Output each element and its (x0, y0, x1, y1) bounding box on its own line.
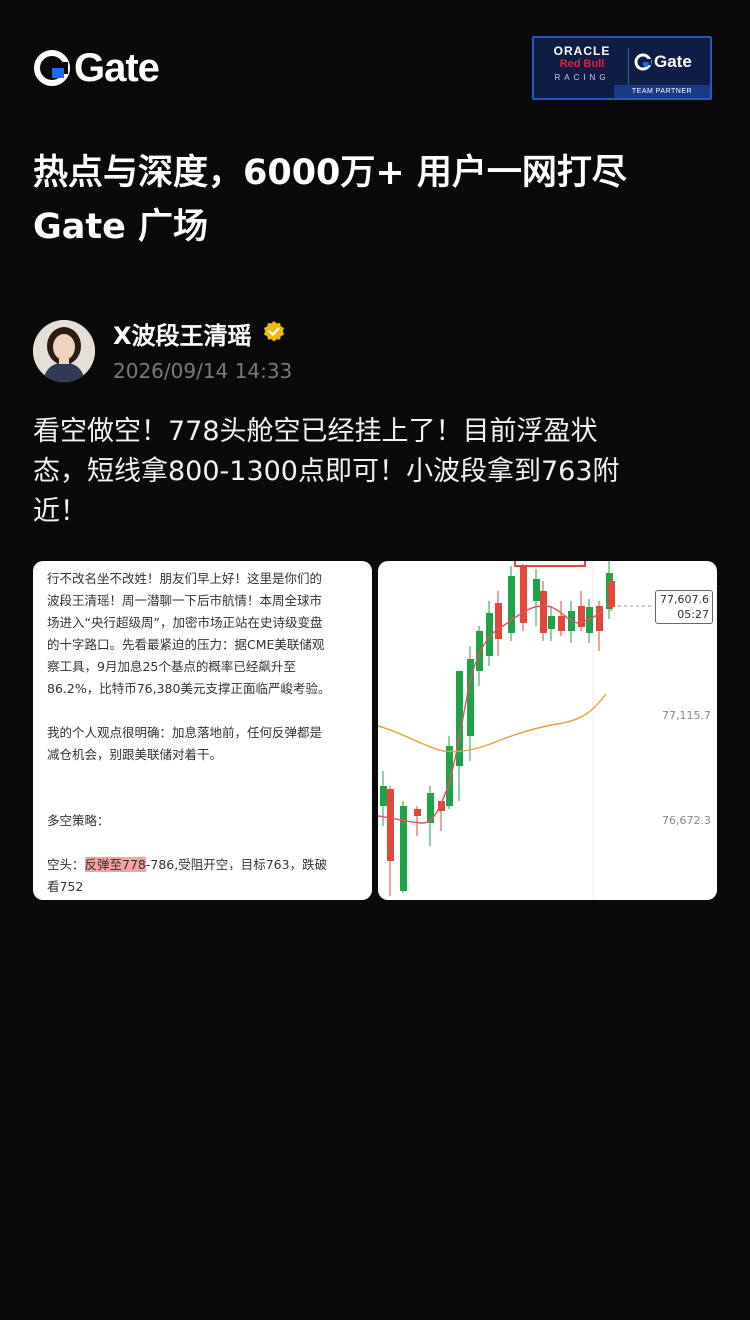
candle-body (508, 576, 515, 633)
partner-divider (628, 48, 629, 88)
post-line-3: 近！ (33, 496, 87, 527)
image-text-line: 我的个人观点很明确：加息落地前，任何反弹都是 (47, 725, 323, 740)
gate-mini-icon (634, 53, 652, 71)
candle-body (380, 786, 387, 806)
gate-logo: Gate (34, 46, 160, 90)
post-image-chart[interactable]: 77,607.6 05:27 77,115.7 76,672.3 (378, 561, 717, 900)
headline-line-2: Gate 广场 (33, 207, 209, 247)
post-timestamp: 2026/09/14 14:33 (113, 359, 293, 383)
oracle-text: ORACLE (553, 44, 611, 58)
candle-countdown: 05:27 (677, 608, 709, 621)
partner-gate-text: Gate (654, 52, 692, 71)
avatar[interactable] (33, 320, 95, 382)
racing-text: RACING (554, 73, 610, 82)
post-image-text[interactable]: 行不改名坐不改姓！朋友们早上好！这里是你们的 波段王清瑶！周一潜聊一下后市航情！… (33, 561, 372, 900)
post-body: 看空做空！778头舱空已经挂上了！目前浮盈状 态，短线拿800-1300点即可！… (33, 412, 723, 532)
candle-body (446, 746, 453, 806)
candle-body (578, 606, 585, 627)
image-text-line: 场进入“央行超级周”，加密市场正站在史诗级变盘 (47, 615, 323, 630)
image-text-line: 行不改名坐不改姓！朋友们早上好！这里是你们的 (47, 571, 323, 586)
post-images: 行不改名坐不改姓！朋友们早上好！这里是你们的 波段王清瑶！周一潜聊一下后市航情！… (33, 561, 717, 900)
image-text-line: 空头：反弹至778-786,受阻开空，目标763，跌破 (47, 854, 362, 876)
image-text-line: 看752 (47, 879, 84, 894)
candle-body (387, 789, 394, 861)
candle-body (495, 603, 502, 639)
strategy-rest: -786,受阻开空，目标763，跌破 (145, 857, 328, 872)
avatar-portrait-icon (33, 320, 95, 382)
team-partner-badge: ORACLE Red Bull RACING Gate TEAM PARTNER (532, 36, 712, 100)
author-name[interactable]: X波段王清瑶 (113, 321, 252, 351)
image-text-line: 波段王清瑶！周一潜聊一下后市航情！本周全球市 (47, 593, 323, 608)
image-text-line: 察工具，9月加息25个基点的概率已经飙升至 (47, 659, 296, 674)
image-text-line: 多空策略： (47, 813, 110, 828)
redbull-text: Red Bull (559, 58, 605, 70)
strategy-highlight: 反弹至778 (84, 857, 146, 872)
post-line-1: 看空做空！778头舱空已经挂上了！目前浮盈状 (33, 416, 598, 447)
image-text-line: 86.2%，比特币76,380美元支撑正面临严峻考验。 (47, 681, 331, 696)
gate-logo-text: Gate (74, 46, 160, 90)
candle-body (400, 806, 407, 891)
current-price-tag: 77,607.6 05:27 (655, 590, 713, 624)
author-name-row[interactable]: X波段王清瑶 (113, 320, 286, 351)
app-header: Gate ORACLE Red Bull RACING Gate TEAM PA… (0, 0, 750, 120)
team-partner-label: TEAM PARTNER (614, 85, 710, 98)
verified-badge-icon (262, 320, 286, 351)
current-price: 77,607.6 (660, 593, 709, 606)
post-author: X波段王清瑶 2026/09/14 14:33 (33, 320, 723, 390)
candle-body (414, 809, 421, 816)
gate-logo-icon (34, 50, 70, 86)
headline-line-1: 热点与深度，6000万+ 用户一网打尽 (33, 153, 627, 193)
candle-body (533, 579, 540, 601)
candle-body (596, 606, 603, 631)
candle-body (540, 591, 547, 633)
partner-gate-logo: Gate (634, 52, 692, 72)
candle-body (608, 581, 615, 607)
candle-body (558, 616, 565, 631)
candle-body (520, 566, 527, 623)
y-tick-label: 77,115.7 (662, 709, 711, 722)
post-line-2: 态，短线拿800-1300点即可！小波段拿到763附 (33, 456, 620, 487)
ma-slow-line (378, 693, 607, 753)
highlight-box (514, 561, 586, 567)
candle-body (476, 631, 483, 671)
promo-headline: 热点与深度，6000万+ 用户一网打尽 Gate 广场 (33, 146, 723, 254)
strategy-prefix: 空头： (47, 857, 85, 872)
image-text-line: 的十字路口。先看最紧迫的压力：据CME美联储观 (47, 637, 325, 652)
image-text-line: 减仓机会，别跟美联储对着干。 (47, 747, 223, 762)
candle-body (548, 616, 555, 629)
y-tick-label: 76,672.3 (662, 814, 711, 827)
